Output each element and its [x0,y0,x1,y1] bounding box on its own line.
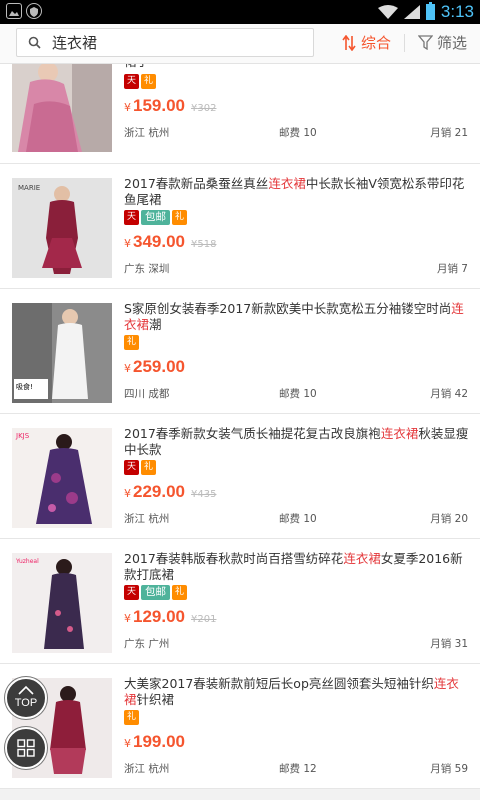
tmall-badge-icon: 天 [124,585,139,600]
back-to-top-button[interactable]: TOP [5,677,47,719]
product-tags: 天 礼 [124,74,156,90]
product-item[interactable]: 裙子 天 礼 ¥159.00 ¥302 浙江 杭州 邮费 10 月销 21 [0,64,480,164]
original-price: ¥435 [191,489,217,500]
header-divider [404,34,405,52]
product-title[interactable]: 大美家2017春装新款前短后长op亮丝圆领套头短袖针织连衣裙针织裙 [124,676,470,708]
filter-tab[interactable]: 筛选 [418,28,467,57]
product-meta: 浙江 杭州 邮费 12 月销 59 [124,761,468,775]
product-location: 浙江 杭州 [124,127,170,139]
free-shipping-badge: 包邮 [141,210,170,225]
product-price: ¥129.00 ¥201 [124,607,217,626]
product-title[interactable]: S家原创女装春季2017新款欧美中长款宽松五分袖镂空时尚连衣裙潮 [124,301,470,333]
product-shipping: 邮费 10 [279,388,317,400]
grid-view-icon [17,739,35,757]
product-sales: 月销 42 [430,388,468,400]
product-sales: 月销 59 [430,763,468,775]
product-shipping: 邮费 10 [279,513,317,525]
product-title[interactable]: 2017春季新款女装气质长袖提花复古改良旗袍连衣裙秋装显瘦中长款 [124,426,470,458]
search-icon [28,36,41,49]
filter-funnel-icon [418,35,433,50]
product-tags: 天 包邮 礼 [124,585,187,601]
product-item[interactable]: Yuzheal 2017春装韩版春秋款时尚百搭雪纺碎花连衣裙女夏季2016新款打… [0,539,480,664]
product-tags: 天 包邮 礼 [124,210,187,226]
product-item[interactable]: MARIE 2017春款新品桑蚕丝真丝连衣裙中长款长袖V领宽松系带印花鱼尾裙 天… [0,164,480,289]
gift-badge-icon: 礼 [124,335,139,350]
product-price: ¥159.00 ¥302 [124,96,217,115]
product-title[interactable]: 2017春装韩版春秋款时尚百搭雪纺碎花连衣裙女夏季2016新款打底裙 [124,551,470,583]
gift-badge-icon: 礼 [141,460,156,475]
product-meta: 广东 广州 月销 31 [124,636,468,650]
product-price: ¥199.00 [124,732,185,751]
original-price: ¥201 [191,614,217,625]
product-location: 浙江 杭州 [124,763,170,775]
original-price: ¥302 [191,103,217,114]
product-sales: 月销 20 [430,513,468,525]
product-image: JKJS [12,428,112,528]
status-bar: 3:13 [0,0,480,24]
filter-label: 筛选 [437,34,468,52]
svg-text:Yuzheal: Yuzheal [15,558,39,565]
gift-badge-icon: 礼 [172,585,187,600]
tmall-badge-icon: 天 [124,460,139,475]
product-item[interactable]: 大美家2017春装新款前短后长op亮丝圆领套头短袖针织连衣裙针织裙 礼 ¥199… [0,664,480,789]
product-location: 广东 深圳 [124,263,170,275]
search-input[interactable] [52,33,292,52]
product-location: 四川 成都 [124,388,170,400]
product-title[interactable]: 2017春款新品桑蚕丝真丝连衣裙中长款长袖V领宽松系带印花鱼尾裙 [124,176,470,208]
product-image: MARIE [12,178,112,278]
product-meta: 浙江 杭州 邮费 10 月销 20 [124,511,468,525]
battery-icon [425,2,435,20]
product-tags: 礼 [124,335,139,351]
chevron-up-icon [18,685,34,695]
product-price: ¥259.00 [124,357,185,376]
product-location: 浙江 杭州 [124,513,170,525]
product-sales: 月销 21 [430,127,468,139]
original-price: ¥518 [191,239,217,250]
search-box[interactable] [16,28,314,57]
gift-badge-icon: 礼 [172,210,187,225]
signal-icon [403,5,420,19]
product-sales: 月销 31 [430,638,468,650]
product-title[interactable]: 裙子 [124,64,470,70]
product-image: Yuzheal [12,553,112,653]
product-price: ¥349.00 ¥518 [124,232,217,251]
product-meta: 四川 成都 邮费 10 月销 42 [124,386,468,400]
shield-notification-icon [26,3,42,19]
product-image [12,64,112,164]
product-sales: 月销 7 [436,263,468,275]
wifi-icon [377,5,398,19]
svg-text:JKJS: JKJS [15,432,30,440]
product-location: 广东 广州 [124,638,170,650]
search-header: 综合 筛选 [0,24,480,64]
gallery-notification-icon [6,3,22,19]
back-to-top-label: TOP [14,697,38,709]
svg-text:吸食!: 吸食! [16,382,33,391]
product-shipping: 邮费 12 [279,763,317,775]
product-meta: 广东 深圳 月销 7 [124,261,468,275]
product-price: ¥229.00 ¥435 [124,482,217,501]
grid-view-button[interactable] [5,727,47,769]
sort-label: 综合 [361,34,392,52]
product-list[interactable]: 裙子 天 礼 ¥159.00 ¥302 浙江 杭州 邮费 10 月销 21 MA… [0,64,480,800]
product-item[interactable]: 吸食! S家原创女装春季2017新款欧美中长款宽松五分袖镂空时尚连衣裙潮 礼 ¥… [0,289,480,414]
product-shipping: 邮费 10 [279,127,317,139]
free-shipping-badge: 包邮 [141,585,170,600]
sort-comprehensive-tab[interactable]: 综合 [342,28,391,57]
product-image: 吸食! [12,303,112,403]
tmall-badge-icon: 天 [124,74,139,89]
gift-badge-icon: 礼 [124,710,139,725]
product-item[interactable]: JKJS 2017春季新款女装气质长袖提花复古改良旗袍连衣裙秋装显瘦中长款 天 … [0,414,480,539]
product-tags: 天 礼 [124,460,156,476]
tmall-badge-icon: 天 [124,210,139,225]
sort-arrows-icon [342,34,356,51]
product-meta: 浙江 杭州 邮费 10 月销 21 [124,125,468,139]
gift-badge-icon: 礼 [141,74,156,89]
svg-text:MARIE: MARIE [18,184,40,192]
product-tags: 礼 [124,710,139,726]
status-time: 3:13 [440,2,474,21]
